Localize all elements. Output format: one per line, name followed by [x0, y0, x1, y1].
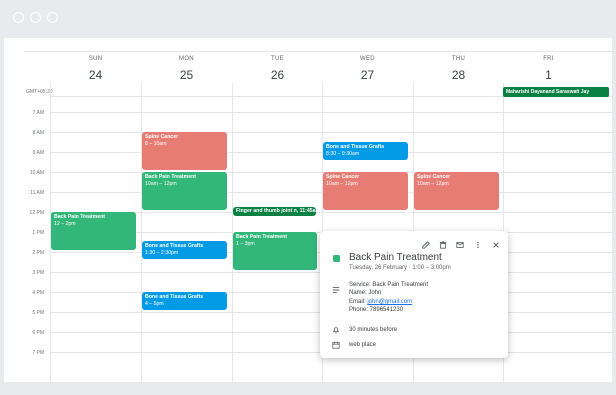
- window-titlebar: [0, 0, 616, 38]
- event-time: 10am – 12pm: [326, 181, 358, 187]
- event-title: Back Pain Treatment: [54, 214, 106, 220]
- day-number[interactable]: 24: [50, 68, 141, 82]
- event-block[interactable]: Spine Cancer 10am – 12pm: [414, 172, 499, 210]
- description-service: Service: Back Pain Treatment: [349, 282, 429, 288]
- event-block[interactable]: Back Pain Treatment 12 – 2pm: [51, 212, 136, 250]
- event-title: Bone and Tissue Grafts: [326, 144, 385, 150]
- close-icon[interactable]: [492, 241, 500, 251]
- day-number[interactable]: 25: [141, 68, 232, 82]
- day-of-week: SUN: [88, 56, 103, 62]
- event-time: 1 – 3pm: [236, 241, 255, 247]
- window-dot-icon[interactable]: [13, 12, 24, 23]
- reminder-text: 30 minutes before: [349, 327, 398, 333]
- event-time: 12 – 2pm: [54, 221, 76, 227]
- hour-label: 7 PM: [32, 350, 44, 356]
- day-of-week: THU: [451, 56, 466, 62]
- event-title: Bone and Tissue Grafts: [145, 243, 204, 249]
- more-options-icon[interactable]: [474, 241, 482, 251]
- event-title: Finger and thumb joint n, 11:45am: [236, 208, 316, 214]
- event-block[interactable]: Back Pain Treatment 10am – 12pm: [142, 172, 227, 210]
- hour-line: [50, 132, 612, 133]
- popup-title: Back Pain Treatment: [349, 252, 442, 263]
- hour-label: 12 PM: [29, 210, 44, 216]
- event-title: Spine Cancer: [145, 134, 179, 140]
- calendar-icon: [332, 341, 340, 351]
- day-header-sun[interactable]: SUN 24: [50, 56, 141, 82]
- edit-icon[interactable]: [422, 241, 430, 251]
- calendar-frame: SUN 24 MON 25 TUE 26 WED 27 THU 28 FRI 1: [4, 38, 612, 382]
- event-title: Back Pain Treatment: [236, 234, 288, 240]
- calendar-name: web place: [349, 342, 377, 348]
- description-icon: [332, 286, 340, 296]
- app-window: SUN 24 MON 25 TUE 26 WED 27 THU 28 FRI 1: [0, 0, 616, 395]
- window-dot-icon[interactable]: [47, 12, 58, 23]
- event-block[interactable]: Finger and thumb joint n, 11:45am: [233, 207, 316, 216]
- hour-label: 6 PM: [32, 330, 44, 336]
- bell-icon: [332, 326, 340, 336]
- event-time: 10am – 12pm: [417, 181, 449, 187]
- hour-label: 4 PM: [32, 290, 44, 296]
- event-title: Spine Cancer: [417, 174, 451, 180]
- hour-label: 8 AM: [32, 130, 44, 136]
- day-of-week: WED: [360, 56, 375, 62]
- event-time: 10am – 12pm: [145, 181, 177, 187]
- day-number[interactable]: 26: [232, 68, 323, 82]
- event-block[interactable]: Spine Cancer 8 – 10am: [142, 132, 227, 170]
- description-email: Email: john@gmail.com: [349, 298, 428, 306]
- hour-label: 3 PM: [32, 270, 44, 276]
- allday-event[interactable]: Maharishi Dayanand Saraswati Jay: [503, 87, 609, 97]
- hour-label: 7 AM: [32, 110, 44, 116]
- event-time: 4 – 5pm: [145, 301, 164, 307]
- window-dot-icon[interactable]: [30, 12, 41, 23]
- event-title: Back Pain Treatment: [145, 174, 197, 180]
- day-number[interactable]: 27: [322, 68, 413, 82]
- description-phone: Phone: 7896541230: [349, 307, 404, 314]
- hour-label: 1 PM: [32, 230, 44, 236]
- hour-label: 10 AM: [29, 170, 44, 176]
- email-link[interactable]: john@gmail.com: [367, 299, 412, 305]
- event-block[interactable]: Bone and Tissue Grafts 8:30 – 9:30am: [323, 142, 408, 160]
- description-name: Name: John: [349, 290, 382, 297]
- hour-label: 5 PM: [32, 310, 44, 316]
- day-of-week: TUE: [271, 56, 284, 62]
- event-details-popup: Back Pain Treatment Tuesday, 26 February…: [320, 231, 508, 358]
- timezone-label: GMT+05:30: [26, 89, 53, 95]
- day-divider: [141, 83, 142, 382]
- hour-label: 11 AM: [30, 190, 44, 196]
- day-header-fri[interactable]: FRI 1: [503, 56, 594, 82]
- event-time: 1:30 – 2:30pm: [145, 250, 179, 256]
- event-block[interactable]: Spine Cancer 10am – 12pm: [323, 172, 408, 210]
- day-number[interactable]: 1: [503, 68, 594, 82]
- day-header-wed[interactable]: WED 27: [322, 56, 413, 82]
- delete-icon[interactable]: [439, 241, 447, 251]
- day-of-week: FRI: [543, 56, 554, 62]
- week-view: SUN 24 MON 25 TUE 26 WED 27 THU 28 FRI 1: [4, 38, 612, 382]
- event-block[interactable]: Back Pain Treatment 1 – 3pm: [233, 232, 317, 270]
- event-title: Bone and Tissue Grafts: [145, 294, 204, 300]
- event-block[interactable]: Bone and Tissue Grafts 4 – 5pm: [142, 292, 227, 310]
- day-number[interactable]: 28: [413, 68, 504, 82]
- email-icon[interactable]: [456, 241, 464, 251]
- hour-label: 2 PM: [32, 250, 44, 256]
- header-divider: [24, 51, 612, 52]
- event-title: Spine Cancer: [326, 174, 360, 180]
- hour-line: [50, 112, 612, 113]
- event-time: 8 – 10am: [145, 141, 167, 147]
- day-header-mon[interactable]: MON 25: [141, 56, 232, 82]
- hour-label: 9 AM: [32, 150, 44, 156]
- event-block[interactable]: Bone and Tissue Grafts 1:30 – 2:30pm: [142, 241, 227, 259]
- day-header-thu[interactable]: THU 28: [413, 56, 504, 82]
- day-header-tue[interactable]: TUE 26: [232, 56, 323, 82]
- event-time: 8:30 – 9:30am: [326, 151, 360, 157]
- popup-datetime: Tuesday, 26 February · 1:00 – 3:00pm: [349, 265, 451, 271]
- popup-description: Service: Back Pain Treatment Name: John …: [349, 281, 428, 315]
- day-of-week: MON: [179, 56, 194, 62]
- event-color-swatch: [333, 255, 340, 262]
- email-label: Email:: [349, 298, 368, 305]
